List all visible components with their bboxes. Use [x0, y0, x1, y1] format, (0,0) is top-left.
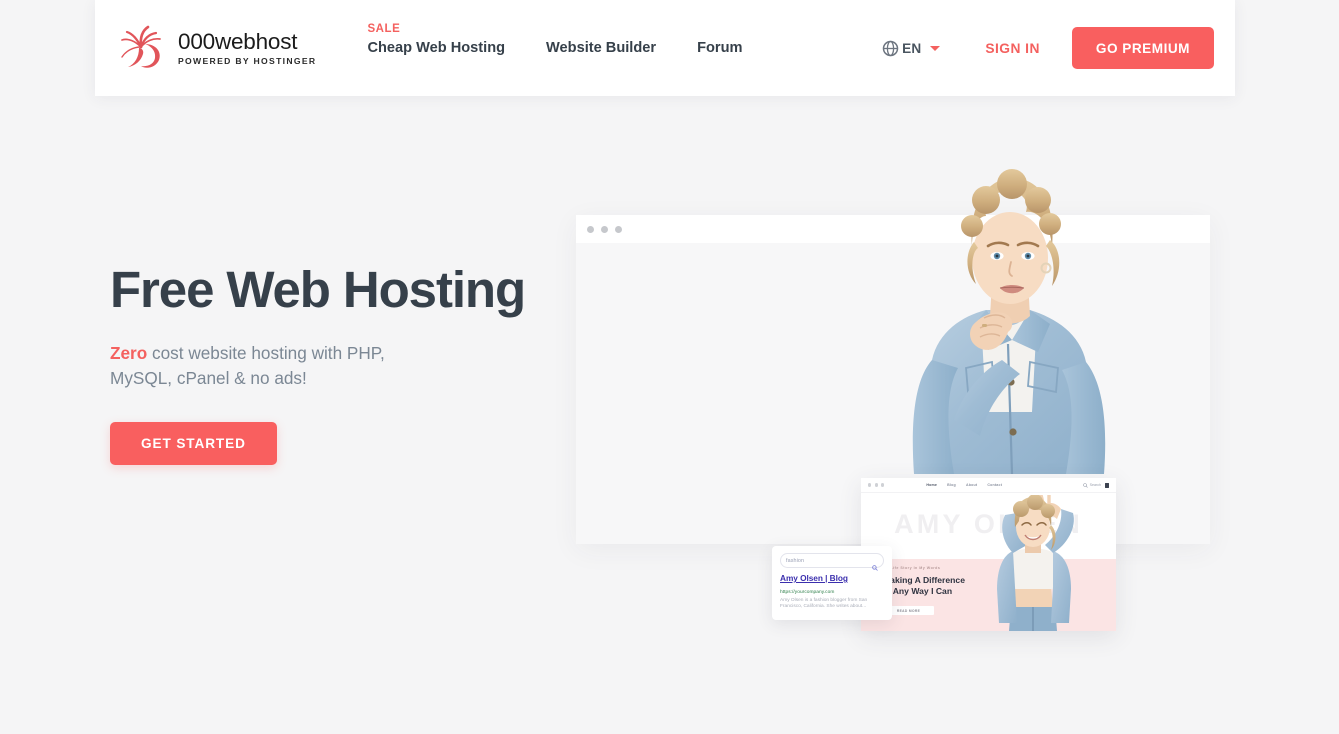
blog-navigation: Home Blog About Contact — [926, 483, 1002, 487]
blog-read-more-label: READ MORE — [896, 608, 921, 613]
header-actions: EN SIGN IN GO PREMIUM — [882, 27, 1214, 69]
blog-portrait-photo — [969, 495, 1097, 631]
brand-name: 000webhost — [178, 29, 298, 55]
nav-item-website-builder[interactable]: Website Builder — [546, 40, 656, 56]
primary-navigation: SALE Cheap Web Hosting Website Builder F… — [367, 23, 742, 56]
swirl-logo-icon — [115, 23, 167, 73]
nav-badge-sale: SALE — [367, 23, 401, 35]
browser-window-blog: Home Blog About Contact Search AMY OLSEN… — [861, 478, 1116, 631]
window-dot-minimize-icon — [874, 483, 878, 487]
blog-nav-item-contact[interactable]: Contact — [987, 483, 1002, 487]
go-premium-button[interactable]: GO PREMIUM — [1071, 27, 1214, 69]
magnifier-icon — [872, 558, 878, 571]
blog-viewport: AMY OLSEN My Life Story In My Words Maki… — [861, 493, 1116, 631]
window-dot-close-icon — [868, 483, 872, 487]
hero-illustration: Home Blog About Contact Search AMY OLSEN… — [576, 169, 1236, 650]
site-header: 000webhost POWERED BY HOSTINGER SALE Che… — [95, 0, 1235, 96]
portrait-photo — [880, 154, 1140, 474]
blog-nav-item-home[interactable]: Home — [926, 483, 937, 487]
landing-page: 000webhost POWERED BY HOSTINGER SALE Che… — [0, 0, 1339, 734]
window-dot-maximize-icon — [881, 483, 885, 487]
window-dot-minimize-icon — [601, 225, 608, 233]
sign-in-link[interactable]: SIGN IN — [985, 41, 1040, 56]
blog-search-control[interactable]: Search — [1082, 482, 1101, 488]
blog-browser-titlebar: Home Blog About Contact Search — [861, 478, 1116, 493]
get-started-button[interactable]: GET STARTED — [110, 422, 277, 466]
hero-subtitle: Zero cost website hosting with PHP, MySQ… — [110, 341, 410, 390]
search-result-card: fashion Amy Olsen | Blog https://yourcom… — [772, 546, 892, 620]
page-title: Free Web Hosting — [110, 261, 526, 318]
nav-label: Cheap Web Hosting — [367, 40, 506, 56]
hero-subtitle-accent: Zero — [110, 343, 148, 364]
blog-header-actions: Search — [1082, 482, 1109, 488]
nav-item-cheap-web-hosting[interactable]: SALE Cheap Web Hosting — [367, 23, 506, 56]
search-input[interactable]: fashion — [780, 553, 884, 571]
language-label: EN — [902, 40, 922, 56]
blog-search-label: Search — [1089, 483, 1101, 487]
nav-item-forum[interactable]: Forum — [697, 40, 742, 56]
blog-nav-item-blog[interactable]: Blog — [947, 483, 956, 487]
nav-label: Website Builder — [546, 40, 657, 56]
language-selector[interactable]: EN — [882, 40, 941, 57]
brand-logo-link[interactable]: 000webhost POWERED BY HOSTINGER — [115, 23, 316, 73]
brand-wordmark: 000webhost POWERED BY HOSTINGER — [178, 30, 316, 66]
blog-headline-line2: In Any Way I Can — [883, 586, 953, 596]
search-result-url: https://yourcompany.com — [780, 589, 835, 595]
window-controls — [868, 483, 885, 487]
window-dot-maximize-icon — [615, 225, 622, 233]
brand-tagline: POWERED BY HOSTINGER — [178, 55, 317, 66]
blog-nav-item-about[interactable]: About — [966, 483, 977, 487]
chevron-down-icon — [930, 45, 941, 51]
cart-icon[interactable] — [1105, 482, 1109, 488]
blog-headline-line1: Making A Difference — [883, 575, 965, 585]
search-input-value: fashion — [786, 557, 805, 564]
magnifier-icon — [1082, 482, 1088, 488]
search-result-title[interactable]: Amy Olsen | Blog — [780, 573, 848, 583]
search-result-description: Amy Olsen is a fashion blogger from San … — [780, 597, 868, 609]
hero-subtitle-rest: cost website hosting with PHP, MySQL, cP… — [110, 343, 385, 388]
hero-content: Free Web Hosting Zero cost website hosti… — [110, 261, 540, 466]
globe-icon — [882, 40, 899, 57]
nav-label: Forum — [697, 40, 743, 56]
window-dot-close-icon — [587, 225, 594, 233]
